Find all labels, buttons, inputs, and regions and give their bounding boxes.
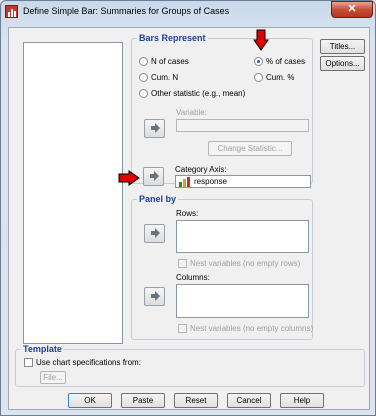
template-title: Template [21,344,64,355]
panel-by-group: Panel by Rows: Nest variables (no empty … [131,194,314,340]
help-button[interactable]: Help [280,393,324,408]
window-title: Define Simple Bar: Summaries for Groups … [23,6,230,16]
move-arrow-icon [150,171,159,181]
nest-rows-label: Nest variables (no empty rows) [190,259,301,268]
dialog-client-area: Bars Represent N of cases % of cases Cum… [8,27,370,410]
radio-n-of-cases[interactable] [139,57,148,66]
category-axis-field[interactable]: response [175,175,311,188]
options-button[interactable]: Options... [320,56,365,71]
bars-represent-group: Bars Represent N of cases % of cases Cum… [131,33,313,184]
cancel-button[interactable]: Cancel [227,393,271,408]
annotation-arrow-right-icon [118,170,140,186]
radio-cum-percent[interactable] [254,73,263,82]
category-axis-label: Category Axis: [175,165,227,174]
move-category-axis-button[interactable] [143,167,164,186]
move-columns-button[interactable] [144,287,165,306]
move-arrow-icon [151,228,160,238]
file-button[interactable]: File... [40,371,66,384]
columns-label: Columns: [176,273,210,282]
radio-cum-n-label: Cum. N [151,73,179,82]
ok-button[interactable]: OK [68,393,112,408]
move-arrow-icon [151,123,160,133]
nominal-variable-icon [179,177,190,187]
nest-columns-checkbox[interactable] [178,324,187,333]
close-button[interactable]: ✕ [331,1,373,18]
radio-cum-n[interactable] [139,73,148,82]
panel-by-title: Panel by [137,194,179,205]
rows-field[interactable] [176,220,309,253]
rows-label: Rows: [176,209,199,218]
radio-other-statistic-label: Other statistic (e.g., mean) [151,89,246,98]
paste-button[interactable]: Paste [121,393,165,408]
radio-cum-percent-label: Cum. % [266,73,295,82]
radio-percent-of-cases[interactable] [254,57,263,66]
nest-rows-checkbox[interactable] [178,259,187,268]
annotation-arrow-down-icon [253,29,269,51]
template-group: Template Use chart specifications from: … [15,344,365,387]
use-chart-spec-label: Use chart specifications from: [36,358,141,367]
dialog-window: Define Simple Bar: Summaries for Groups … [0,0,376,416]
move-arrow-icon [151,291,160,301]
bars-represent-title: Bars Represent [137,33,208,44]
variable-field[interactable] [176,119,309,132]
nest-columns-label: Nest variables (no empty columns) [190,324,314,333]
use-chart-spec-checkbox[interactable] [24,358,33,367]
category-axis-value: response [194,177,227,186]
move-variable-button[interactable] [144,119,165,138]
title-bar[interactable]: Define Simple Bar: Summaries for Groups … [1,1,375,23]
change-statistic-button[interactable]: Change Statistic... [208,141,292,156]
radio-n-of-cases-label: N of cases [151,57,189,66]
titles-button[interactable]: Titles... [320,39,365,54]
move-rows-button[interactable] [144,224,165,243]
source-variable-list[interactable] [23,42,123,344]
columns-field[interactable] [176,284,309,318]
chart-app-icon [5,5,18,18]
radio-percent-of-cases-label: % of cases [266,57,306,66]
radio-other-statistic[interactable] [139,89,148,98]
variable-label: Variable: [176,108,207,117]
reset-button[interactable]: Reset [174,393,218,408]
